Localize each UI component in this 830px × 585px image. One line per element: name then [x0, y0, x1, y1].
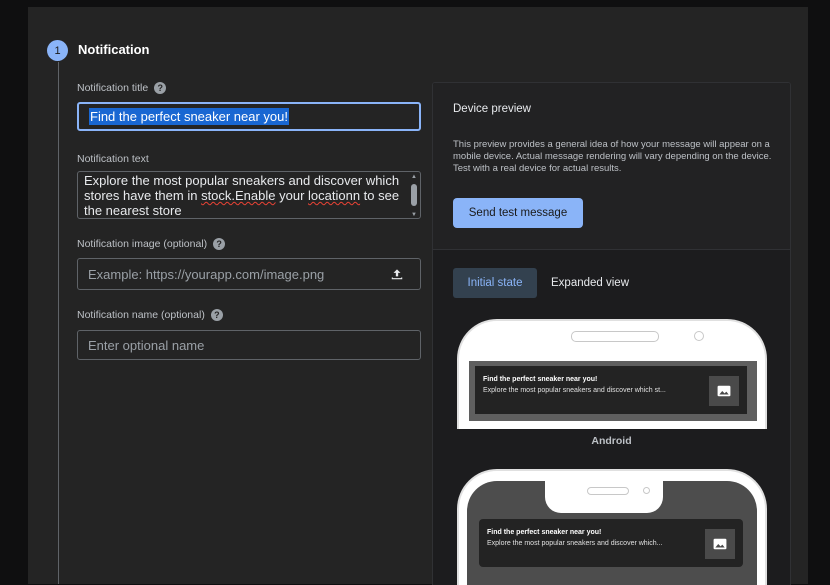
notification-title-value: Find the perfect sneaker near you! [89, 108, 290, 125]
android-phone-mockup-notched: Find the perfect sneaker near you! Explo… [457, 469, 767, 585]
notification-preview: Find the perfect sneaker near you! Explo… [479, 519, 743, 567]
send-test-message-button[interactable]: Send test message [453, 198, 583, 228]
step-title: Notification [78, 42, 150, 57]
notification-image-label-text: Notification image (optional) [77, 238, 208, 250]
help-icon[interactable]: ? [213, 238, 226, 250]
notification-name-input[interactable]: Enter optional name [77, 330, 421, 360]
notification-image-placeholder-box [705, 529, 735, 559]
step-connector-line [58, 62, 59, 584]
notification-preview-title: Find the perfect sneaker near you! [487, 529, 602, 536]
help-icon[interactable]: ? [154, 82, 167, 94]
notification-title-label: Notification title ? [77, 82, 167, 94]
image-icon [717, 385, 731, 397]
spellcheck-word: locationn [308, 188, 361, 203]
image-icon [713, 538, 727, 550]
spellcheck-word: stock.Enable [201, 188, 276, 203]
notification-title-input[interactable]: Find the perfect sneaker near you! [77, 102, 421, 131]
phone-speaker [571, 331, 659, 342]
help-icon[interactable]: ? [210, 309, 223, 321]
notification-preview-body: Explore the most popular sneakers and di… [483, 387, 666, 394]
scroll-down-arrow[interactable]: ▼ [411, 212, 417, 218]
scroll-thumb[interactable] [411, 184, 417, 206]
tab-initial-state[interactable]: Initial state [453, 268, 537, 298]
device-preview-description: This preview provides a general idea of … [453, 139, 772, 174]
android-phone-mockup: Find the perfect sneaker near you! Explo… [457, 319, 767, 429]
tab-expanded-view[interactable]: Expanded view [545, 268, 635, 298]
notification-image-placeholder-box [709, 376, 739, 406]
notification-name-label: Notification name (optional) ? [77, 309, 223, 321]
notification-name-placeholder: Enter optional name [88, 337, 205, 353]
scroll-up-arrow[interactable]: ▲ [411, 174, 417, 180]
notification-text-label-text: Notification text [77, 153, 149, 165]
textarea-scrollbar[interactable]: ▲ ▼ [411, 174, 417, 218]
device-preview-header: Device preview This preview provides a g… [433, 83, 790, 250]
phone-notch [545, 479, 663, 513]
phone-speaker [587, 487, 629, 495]
android-label: Android [591, 435, 632, 447]
upload-image-button[interactable] [374, 258, 421, 290]
notification-title-label-text: Notification title [77, 82, 149, 94]
notification-text-label: Notification text [77, 153, 149, 165]
notification-name-label-text: Notification name (optional) [77, 309, 205, 321]
notification-text-input[interactable]: Explore the most popular sneakers and di… [77, 171, 421, 219]
step-number-badge: 1 [47, 40, 68, 61]
app-frame: 1 Notification Notification title ? Find… [0, 0, 830, 585]
notification-preview: Find the perfect sneaker near you! Explo… [475, 366, 747, 414]
notification-text-part: your [275, 188, 309, 203]
notification-image-input[interactable]: Example: https://yourapp.com/image.png [77, 258, 375, 290]
phone-camera [643, 487, 650, 494]
phone-camera [694, 331, 704, 341]
notification-image-placeholder: Example: https://yourapp.com/image.png [88, 266, 325, 282]
notification-preview-title: Find the perfect sneaker near you! [483, 376, 598, 383]
notification-preview-body: Explore the most popular sneakers and di… [487, 540, 663, 547]
notification-image-label: Notification image (optional) ? [77, 238, 226, 250]
upload-icon [391, 269, 403, 280]
device-preview-title: Device preview [453, 103, 531, 115]
device-preview-card: Device preview This preview provides a g… [432, 82, 791, 585]
